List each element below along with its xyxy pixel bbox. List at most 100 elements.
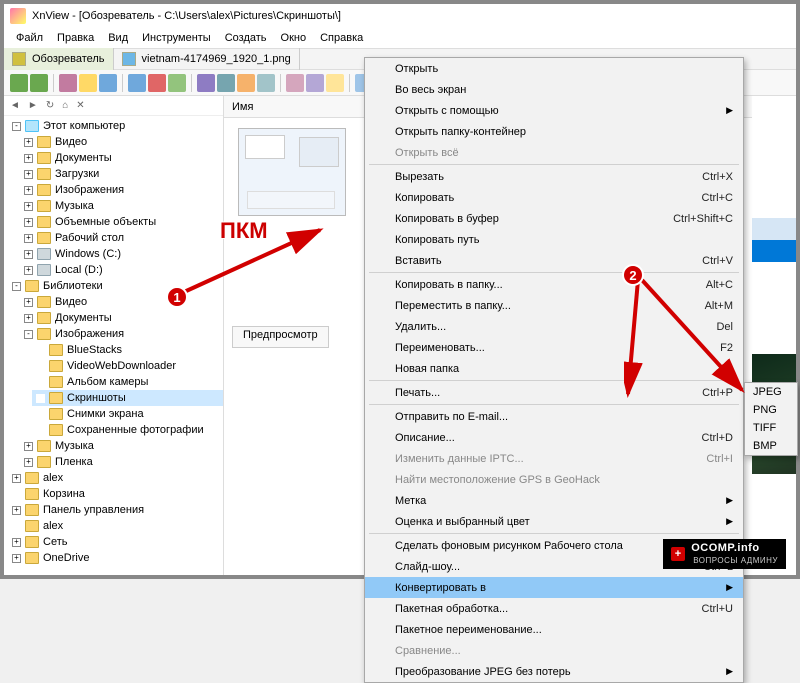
menu-item[interactable]: Во весь экран <box>365 79 743 100</box>
menu-файл[interactable]: Файл <box>10 30 49 46</box>
submenu-item-bmp[interactable]: BMP <box>745 437 797 455</box>
expand-icon[interactable]: + <box>24 218 33 227</box>
expand-icon[interactable]: + <box>24 442 33 451</box>
toolbar-button-5[interactable] <box>128 74 146 92</box>
tree-node[interactable]: +Рабочий стол <box>20 230 223 246</box>
toolbar-button-8[interactable] <box>197 74 215 92</box>
expand-icon[interactable]: + <box>24 458 33 467</box>
menu-item[interactable]: Оценка и выбранный цвет▶ <box>365 511 743 532</box>
menu-item[interactable]: Отправить по E-mail... <box>365 406 743 427</box>
tree-node[interactable]: +alex <box>8 470 223 486</box>
submenu-item-png[interactable]: PNG <box>745 401 797 419</box>
tree-node[interactable]: alex <box>8 518 223 534</box>
expand-icon[interactable]: - <box>24 330 33 339</box>
expand-icon[interactable]: + <box>24 234 33 243</box>
tree-node[interactable]: +Видео <box>20 134 223 150</box>
expand-icon[interactable]: + <box>12 538 21 547</box>
side-nav-btn-1[interactable]: ► <box>28 100 38 111</box>
side-nav-btn-0[interactable]: ◄ <box>10 100 20 111</box>
expand-icon[interactable]: + <box>24 186 33 195</box>
menu-item[interactable]: Метка▶ <box>365 490 743 511</box>
tree-node[interactable]: Сохраненные фотографии <box>32 422 223 438</box>
tree-node[interactable]: -Этот компьютер <box>8 118 223 134</box>
tree-node[interactable]: +Документы <box>20 310 223 326</box>
menu-item[interactable]: ВырезатьCtrl+X <box>365 166 743 187</box>
menu-item[interactable]: Переименовать...F2 <box>365 337 743 358</box>
tree-node[interactable]: -Библиотеки <box>8 278 223 294</box>
tree-node[interactable]: +Видео <box>20 294 223 310</box>
expand-icon[interactable]: - <box>12 282 21 291</box>
menu-item[interactable]: Копировать в папку...Alt+C <box>365 274 743 295</box>
expand-icon[interactable]: + <box>24 170 33 179</box>
toolbar-button-7[interactable] <box>168 74 186 92</box>
menu-item[interactable]: Копировать путь <box>365 229 743 250</box>
menu-item[interactable]: Новая папка <box>365 358 743 379</box>
menu-item[interactable]: Открыть папку-контейнер <box>365 121 743 142</box>
tree-node[interactable]: +Windows (C:) <box>20 246 223 262</box>
expand-icon[interactable]: + <box>12 506 21 515</box>
toolbar-button-4[interactable] <box>99 74 117 92</box>
expand-icon[interactable]: + <box>24 314 33 323</box>
expand-icon[interactable]: + <box>12 474 21 483</box>
tree-node[interactable]: Альбом камеры <box>32 374 223 390</box>
toolbar-button-14[interactable] <box>326 74 344 92</box>
menu-item[interactable]: Печать...Ctrl+P <box>365 382 743 403</box>
side-nav-btn-2[interactable]: ↻ <box>46 100 54 111</box>
toolbar-button-13[interactable] <box>306 74 324 92</box>
expand-icon[interactable]: - <box>12 122 21 131</box>
tree-node[interactable]: -Изображения <box>20 326 223 342</box>
toolbar-button-3[interactable] <box>79 74 97 92</box>
expand-icon[interactable]: + <box>24 266 33 275</box>
expand-icon[interactable]: + <box>24 154 33 163</box>
menu-item[interactable]: Копировать в буферCtrl+Shift+C <box>365 208 743 229</box>
menu-item[interactable]: Описание...Ctrl+D <box>365 427 743 448</box>
menu-item[interactable]: Пакетная обработка...Ctrl+U <box>365 598 743 619</box>
tree-node[interactable]: +Пленка <box>20 454 223 470</box>
submenu-item-tiff[interactable]: TIFF <box>745 419 797 437</box>
menu-item[interactable]: Пакетное переименование... <box>365 619 743 640</box>
toolbar-button-6[interactable] <box>148 74 166 92</box>
tree-node[interactable]: +Объемные объекты <box>20 214 223 230</box>
menu-окно[interactable]: Окно <box>275 30 313 46</box>
menu-правка[interactable]: Правка <box>51 30 100 46</box>
tree-node[interactable]: Корзина <box>8 486 223 502</box>
toolbar-button-1[interactable] <box>30 74 48 92</box>
menu-вид[interactable]: Вид <box>102 30 134 46</box>
tree-node[interactable]: Скриншоты <box>32 390 223 406</box>
tree-node[interactable]: +Панель управления <box>8 502 223 518</box>
tree-node[interactable]: +OneDrive <box>8 550 223 566</box>
tree-node[interactable]: Снимки экрана <box>32 406 223 422</box>
tree-node[interactable]: +Local (D:) <box>20 262 223 278</box>
submenu-item-jpeg[interactable]: JPEG <box>745 383 797 401</box>
toolbar-button-12[interactable] <box>286 74 304 92</box>
menu-создать[interactable]: Создать <box>219 30 273 46</box>
expand-icon[interactable]: + <box>24 298 33 307</box>
tree-node[interactable]: VideoWebDownloader <box>32 358 223 374</box>
thumbnail-item[interactable] <box>238 128 346 216</box>
toolbar-button-10[interactable] <box>237 74 255 92</box>
tree-node[interactable]: +Сеть <box>8 534 223 550</box>
tree-node[interactable]: +Музыка <box>20 198 223 214</box>
toolbar-button-9[interactable] <box>217 74 235 92</box>
tab-1[interactable]: vietnam-4174969_1920_1.png <box>114 48 300 70</box>
toolbar-button-0[interactable] <box>10 74 28 92</box>
menu-item[interactable]: Конвертировать в▶ <box>365 577 743 598</box>
expand-icon[interactable]: + <box>24 250 33 259</box>
toolbar-button-11[interactable] <box>257 74 275 92</box>
tree-node[interactable]: +Документы <box>20 150 223 166</box>
expand-icon[interactable]: + <box>24 138 33 147</box>
tree-node[interactable]: +Музыка <box>20 438 223 454</box>
tab-0[interactable]: Обозреватель <box>4 48 114 70</box>
side-nav-btn-4[interactable]: ✕ <box>76 100 84 111</box>
tree-node[interactable]: +Загрузки <box>20 166 223 182</box>
menu-item[interactable]: Открыть <box>365 58 743 79</box>
menu-item[interactable]: Преобразование JPEG без потерь▶ <box>365 661 743 682</box>
tree-node[interactable]: BlueStacks <box>32 342 223 358</box>
expand-icon[interactable]: + <box>24 202 33 211</box>
menu-item[interactable]: ВставитьCtrl+V <box>365 250 743 271</box>
toolbar-button-2[interactable] <box>59 74 77 92</box>
menu-item[interactable]: КопироватьCtrl+C <box>365 187 743 208</box>
menu-item[interactable]: Переместить в папку...Alt+M <box>365 295 743 316</box>
expand-icon[interactable]: + <box>12 554 21 563</box>
menu-item[interactable]: Открыть с помощью▶ <box>365 100 743 121</box>
